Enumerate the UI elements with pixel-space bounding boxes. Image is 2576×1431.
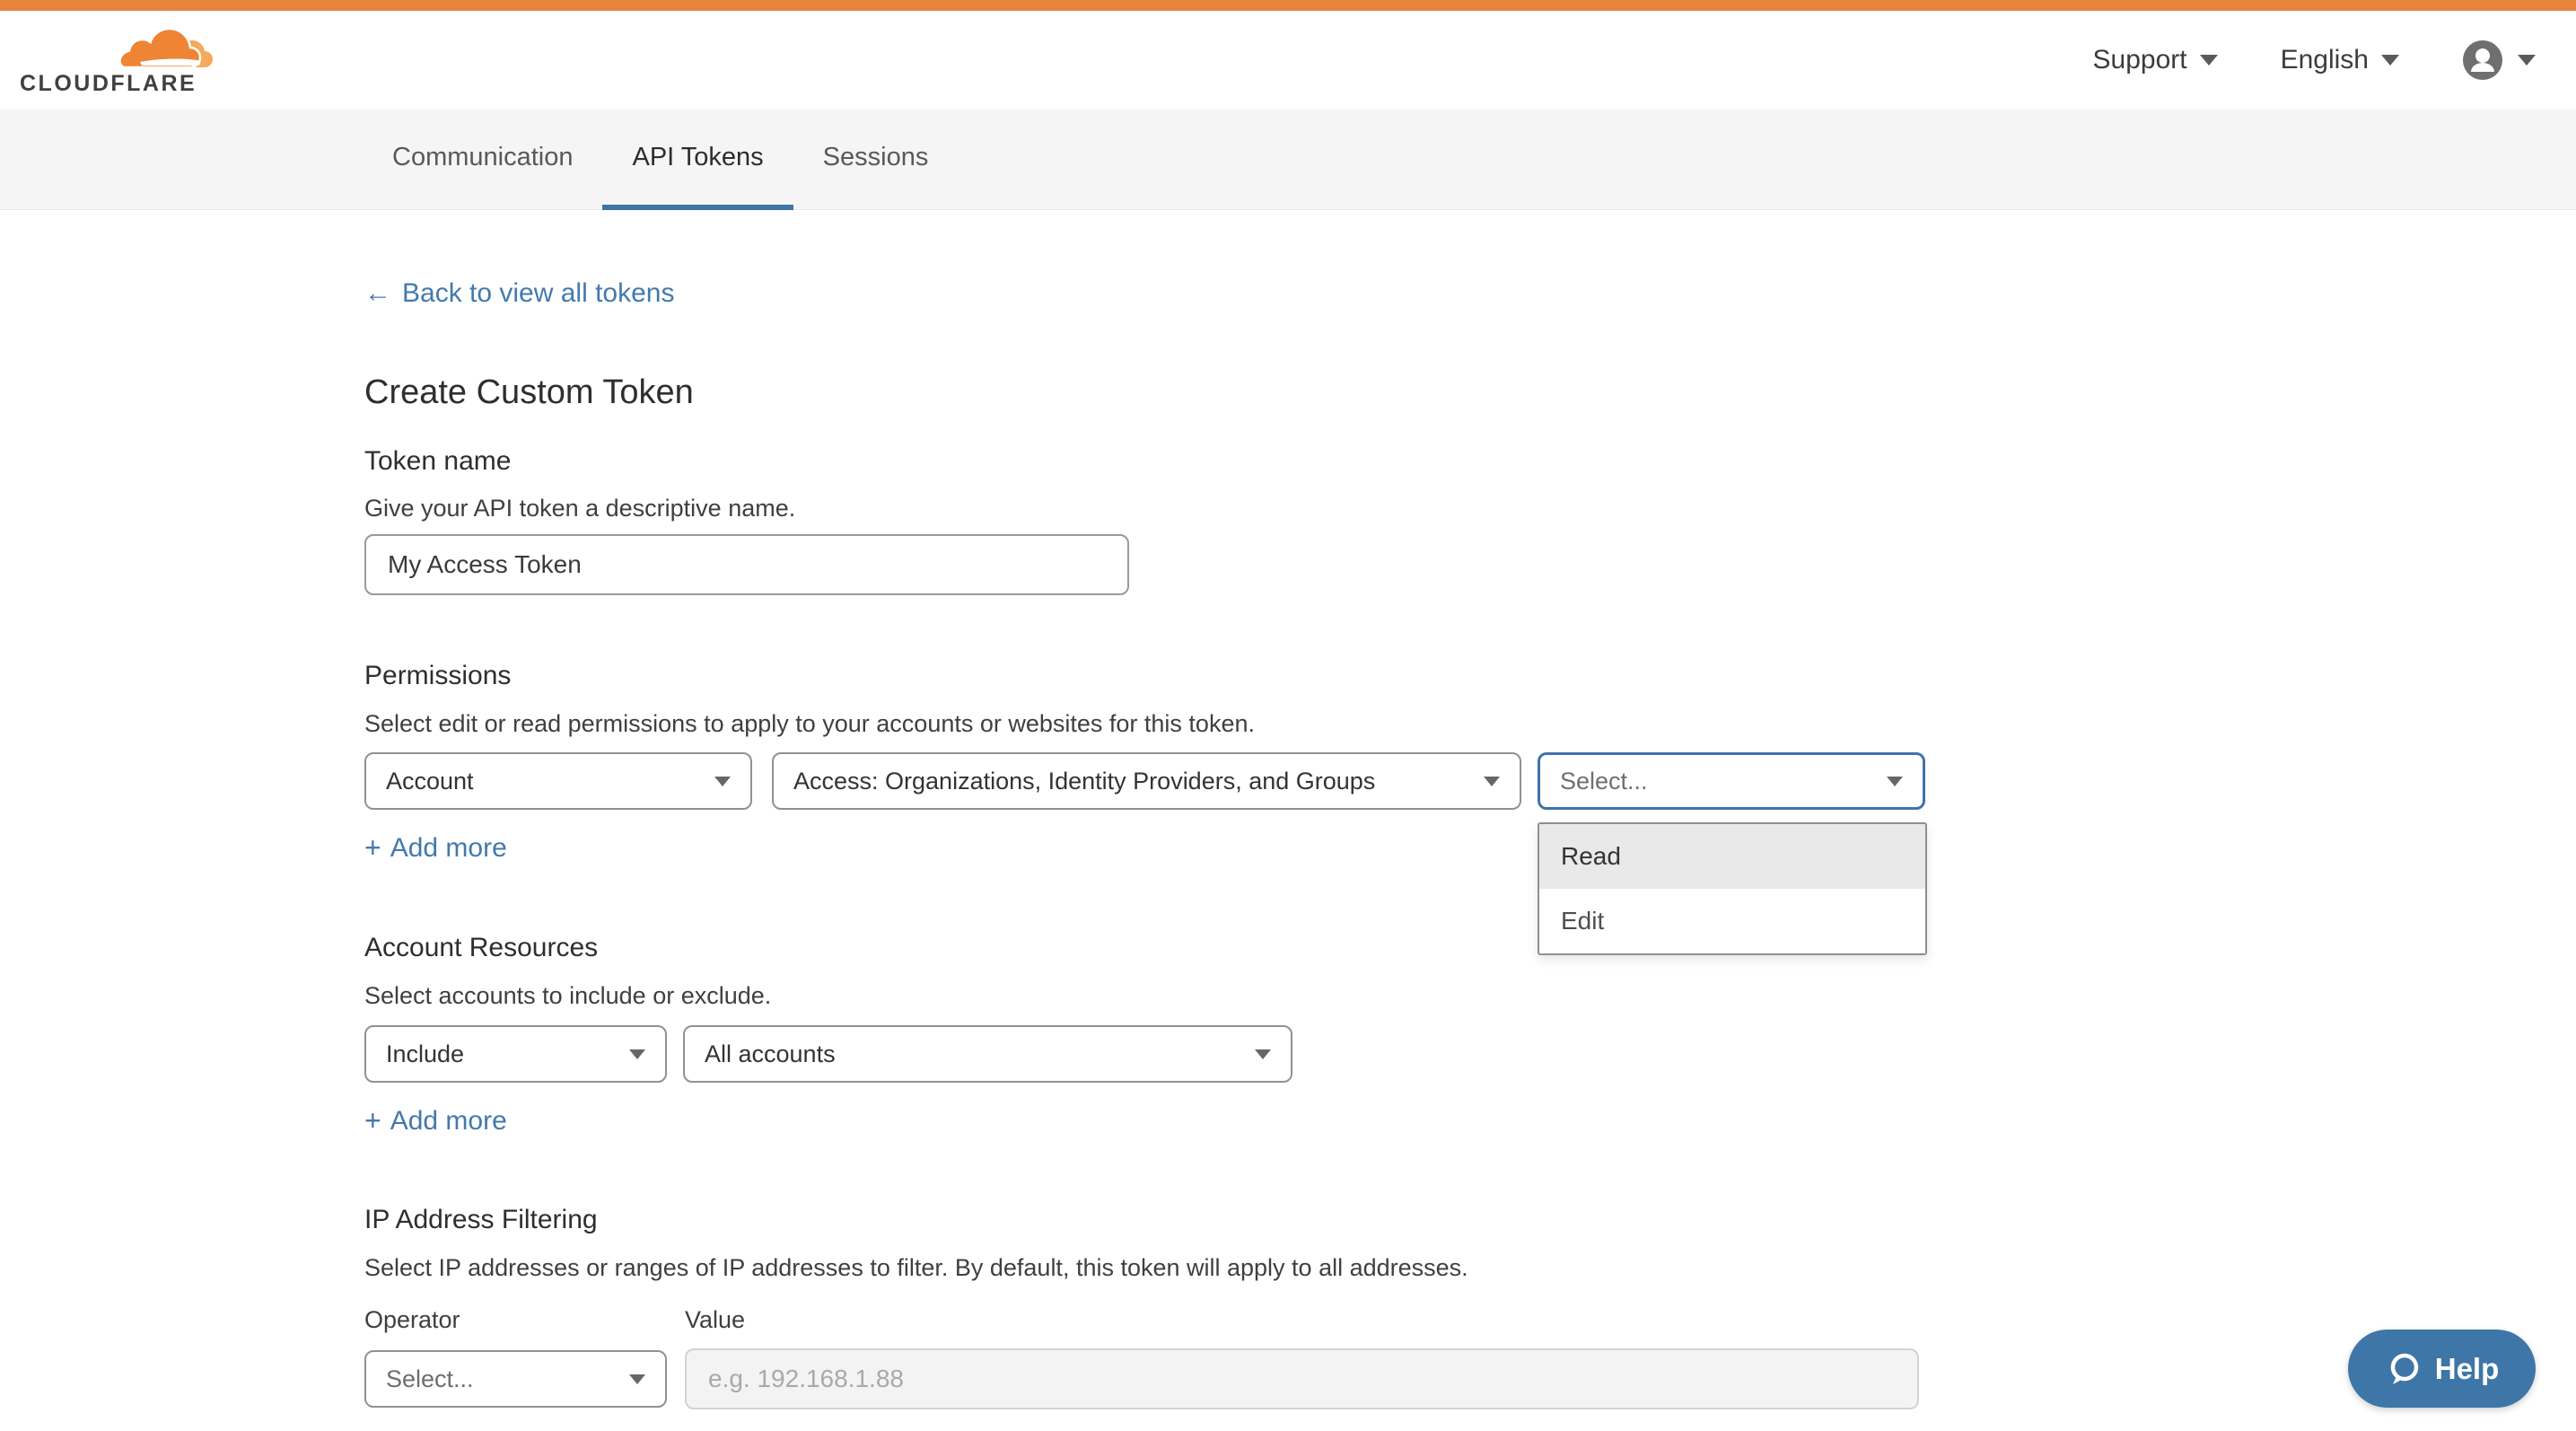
language-menu[interactable]: English (2281, 45, 2399, 75)
ip-filtering-heading: IP Address Filtering (364, 1205, 598, 1235)
back-arrow-icon: ← (364, 278, 391, 309)
back-link-label: Back to view all tokens (402, 278, 674, 309)
account-resources-mode-value: Include (386, 1040, 464, 1068)
chat-bubble-icon (2385, 1350, 2423, 1388)
chevron-down-icon (629, 1374, 645, 1384)
permission-group-value: Access: Organizations, Identity Provider… (793, 768, 1375, 795)
tab-api-tokens[interactable]: API Tokens (602, 110, 793, 210)
cloudflare-logo[interactable]: CLOUDFLARE (20, 15, 210, 105)
cloudflare-wordmark: CLOUDFLARE (20, 71, 197, 97)
plus-icon: + (364, 1104, 381, 1137)
add-more-label: Add more (390, 833, 507, 864)
header: CLOUDFLARE Support English (0, 11, 2576, 110)
token-name-heading: Token name (364, 446, 511, 477)
plus-icon: + (364, 831, 381, 865)
dropdown-option-edit[interactable]: Edit (1539, 889, 1925, 953)
permission-scope-value: Account (386, 768, 474, 795)
language-menu-label: English (2281, 45, 2369, 75)
value-label: Value (685, 1306, 745, 1334)
chevron-down-icon (2518, 55, 2536, 66)
header-right-menu: Support English (2093, 11, 2536, 110)
ip-operator-placeholder: Select... (386, 1365, 474, 1393)
create-custom-token-page: CLOUDFLARE Support English C (0, 0, 2576, 1431)
permissions-heading: Permissions (364, 661, 511, 691)
permission-group-select[interactable]: Access: Organizations, Identity Provider… (772, 752, 1521, 810)
account-resources-add-more-link[interactable]: + Add more (364, 1104, 507, 1137)
account-resources-mode-select[interactable]: Include (364, 1025, 667, 1083)
top-accent-bar (0, 0, 2576, 11)
cloudflare-cloud-icon (115, 22, 214, 69)
help-button[interactable]: Help (2348, 1330, 2536, 1408)
ip-operator-select[interactable]: Select... (364, 1350, 667, 1408)
back-to-tokens-link[interactable]: ← Back to view all tokens (364, 278, 674, 309)
account-menu[interactable] (2462, 40, 2536, 81)
dropdown-option-read[interactable]: Read (1539, 824, 1925, 889)
chevron-down-icon (629, 1049, 645, 1059)
chevron-down-icon (1484, 777, 1500, 786)
account-resources-description: Select accounts to include or exclude. (364, 982, 771, 1010)
permission-scope-select[interactable]: Account (364, 752, 752, 810)
account-resources-heading: Account Resources (364, 933, 598, 963)
main-content: ← Back to view all tokens Create Custom … (0, 210, 2576, 1431)
token-name-input[interactable] (364, 534, 1129, 595)
tab-list: Communication API Tokens Sessions (363, 110, 958, 210)
operator-label: Operator (364, 1306, 460, 1334)
chevron-down-icon (2200, 55, 2218, 66)
permissions-add-more-link[interactable]: + Add more (364, 831, 507, 865)
ip-value-input[interactable] (685, 1348, 1919, 1409)
permission-level-dropdown: Read Edit (1538, 822, 1927, 955)
page-title: Create Custom Token (364, 373, 694, 412)
permission-level-select[interactable]: Select... (1538, 752, 1925, 810)
chevron-down-icon (1887, 777, 1903, 786)
permission-level-placeholder: Select... (1560, 768, 1648, 795)
profile-navbar: Communication API Tokens Sessions (0, 110, 2576, 210)
tab-communication[interactable]: Communication (363, 110, 602, 210)
support-menu-label: Support (2093, 45, 2187, 75)
chevron-down-icon (1255, 1049, 1271, 1059)
chevron-down-icon (714, 777, 731, 786)
ip-filtering-description: Select IP addresses or ranges of IP addr… (364, 1254, 1468, 1282)
permissions-description: Select edit or read permissions to apply… (364, 710, 1255, 738)
chevron-down-icon (2381, 55, 2399, 66)
tab-sessions[interactable]: Sessions (793, 110, 959, 210)
support-menu[interactable]: Support (2093, 45, 2218, 75)
account-resources-accounts-select[interactable]: All accounts (683, 1025, 1292, 1083)
token-name-description: Give your API token a descriptive name. (364, 495, 795, 522)
help-button-label: Help (2435, 1352, 2500, 1386)
account-resources-accounts-value: All accounts (705, 1040, 836, 1068)
user-avatar-icon (2462, 40, 2503, 81)
add-more-label: Add more (390, 1106, 507, 1137)
